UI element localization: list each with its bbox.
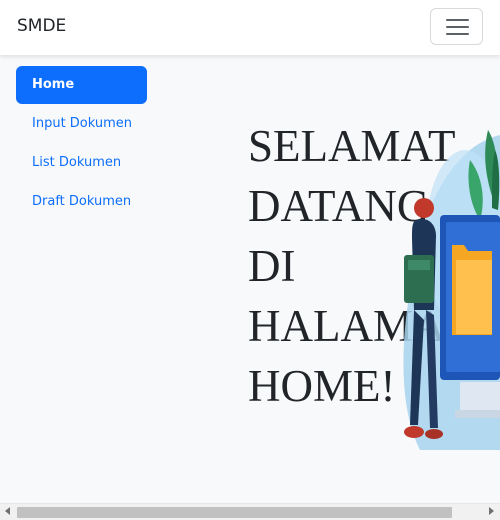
scroll-left-arrow-icon[interactable] [5,507,10,515]
horizontal-scrollbar[interactable] [0,503,500,520]
top-navbar: SMDE [0,0,500,55]
office-illustration [403,130,500,450]
sidebar-item-home[interactable]: Home [16,66,147,104]
sidebar-item-input-dokumen[interactable]: Input Dokumen [16,105,147,143]
scrollbar-thumb[interactable] [17,507,452,518]
sidebar-nav: Home Input Dokumen List Dokumen Draft Do… [16,66,147,222]
hamburger-menu-icon [446,19,469,36]
sidebar-item-list-dokumen[interactable]: List Dokumen [16,144,147,182]
brand-link[interactable]: SMDE [17,16,66,36]
scroll-right-arrow-icon[interactable] [489,507,494,515]
navbar-toggler-button[interactable] [430,8,483,45]
sidebar-item-draft-dokumen[interactable]: Draft Dokumen [16,183,147,221]
